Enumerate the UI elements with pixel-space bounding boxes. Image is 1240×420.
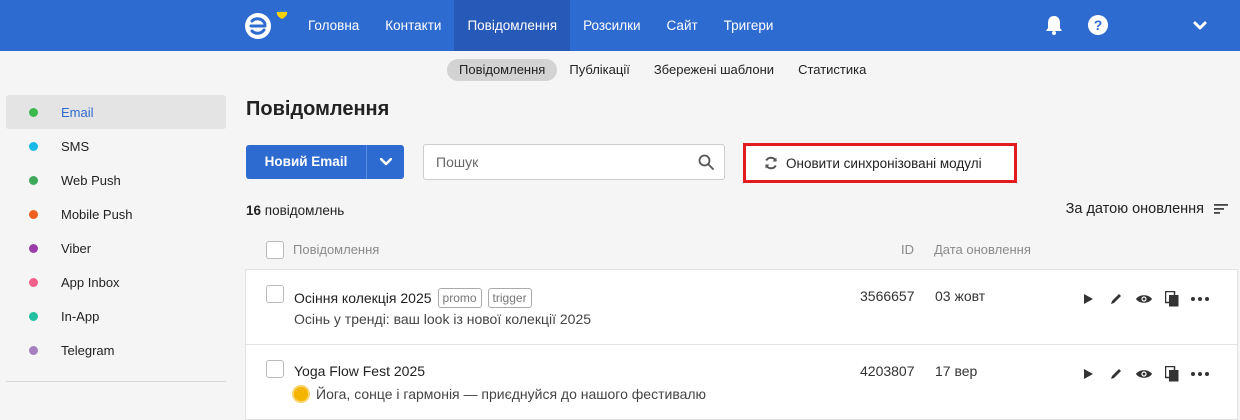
subnav-statistics[interactable]: Статистика: [786, 59, 878, 81]
logo-icon[interactable]: [244, 8, 292, 42]
copy-icon[interactable]: [1158, 365, 1186, 383]
sidebar-item-web-push[interactable]: Web Push: [6, 163, 226, 197]
sidebar-item-label: App Inbox: [61, 274, 120, 290]
sidebar-item-label: Mobile Push: [61, 206, 133, 222]
row-checkbox[interactable]: [266, 360, 284, 378]
edit-icon[interactable]: [1102, 290, 1130, 308]
row-checkbox[interactable]: [266, 285, 284, 303]
message-subtitle: Осінь у тренді: ваш look із нової колекц…: [294, 311, 592, 327]
sidebar-item-telegram[interactable]: Telegram: [6, 333, 226, 367]
channel-sidebar: Email SMS Web Push Mobile Push Viber App…: [6, 95, 226, 367]
column-header-message: Повідомлення: [293, 242, 380, 257]
row-actions: [1074, 290, 1214, 308]
status-dot: [29, 311, 38, 321]
nav-item-contacts[interactable]: Контакти: [372, 0, 454, 51]
message-date: 03 жовт: [935, 288, 986, 304]
sort-icon: [1214, 203, 1228, 215]
message-title-line: Yoga Flow Fest 2025: [294, 363, 425, 379]
message-count: 16 повідомлень: [246, 203, 344, 218]
sidebar-divider: [6, 381, 226, 382]
search-input[interactable]: [424, 145, 684, 179]
new-email-button[interactable]: Новий Email: [246, 145, 404, 179]
subnav-messages[interactable]: Повідомлення: [447, 59, 558, 81]
tag-badge[interactable]: trigger: [487, 288, 532, 308]
message-subtitle-line: Йога, сонце і гармонія — приєднуйся до н…: [294, 386, 706, 402]
sidebar-item-label: Viber: [61, 240, 92, 256]
message-subtitle: Йога, сонце і гармонія — приєднуйся до н…: [316, 386, 707, 402]
message-date: 17 вер: [935, 363, 978, 379]
search-box: [423, 144, 725, 180]
nav-item-campaigns[interactable]: Розсилки: [570, 0, 653, 51]
help-icon[interactable]: ?: [1087, 14, 1109, 36]
column-header-date: Дата оновлення: [934, 242, 1031, 257]
message-id: 4203807: [860, 363, 915, 379]
sync-modules-button[interactable]: Оновити синхронізовані модулі: [743, 143, 1017, 183]
chevron-down-icon[interactable]: [367, 145, 404, 179]
eye-icon[interactable]: [1130, 290, 1158, 308]
nav-item-triggers[interactable]: Тригери: [711, 0, 787, 51]
sidebar-item-label: Email: [61, 104, 94, 120]
subnav-saved-templates[interactable]: Збережені шаблони: [642, 59, 786, 81]
sidebar-item-label: In-App: [61, 308, 100, 324]
tag-badge[interactable]: promo: [437, 288, 482, 308]
status-dot: [29, 107, 38, 117]
edit-icon[interactable]: [1102, 365, 1130, 383]
sidebar-item-mobile-push[interactable]: Mobile Push: [6, 197, 226, 231]
chevron-down-icon[interactable]: [1189, 14, 1211, 36]
more-icon[interactable]: [1186, 290, 1214, 308]
new-email-label: Новий Email: [264, 154, 348, 169]
svg-text:?: ?: [1094, 17, 1103, 33]
table-row[interactable]: Yoga Flow Fest 2025 Йога, сонце і гармон…: [245, 344, 1238, 420]
nav-item-site[interactable]: Сайт: [654, 0, 711, 51]
sidebar-item-label: SMS: [61, 138, 90, 154]
sidebar-item-sms[interactable]: SMS: [6, 129, 226, 163]
message-title[interactable]: Осіння колекція 2025: [294, 290, 432, 306]
status-dot: [29, 175, 38, 185]
status-dot: [29, 141, 38, 151]
subnav-publications[interactable]: Публікації: [557, 59, 641, 81]
bell-icon[interactable]: [1043, 14, 1065, 36]
status-dot: [29, 209, 38, 219]
copy-icon[interactable]: [1158, 290, 1186, 308]
sub-navigation: Повідомлення Публікації Збережені шаблон…: [447, 59, 878, 81]
status-dot: [29, 243, 38, 253]
nav-item-messages[interactable]: Повідомлення: [454, 0, 571, 51]
sidebar-item-label: Web Push: [61, 172, 121, 188]
search-icon[interactable]: [698, 154, 714, 170]
sidebar-item-email[interactable]: Email: [6, 95, 226, 129]
sidebar-item-label: Telegram: [61, 342, 115, 358]
status-dot: [29, 277, 38, 287]
count-number: 16: [246, 203, 262, 218]
status-dot: [29, 345, 38, 355]
select-all-checkbox[interactable]: [266, 241, 284, 259]
play-icon[interactable]: [1074, 365, 1102, 383]
sync-modules-label: Оновити синхронізовані модулі: [786, 155, 982, 171]
sidebar-item-in-app[interactable]: In-App: [6, 299, 226, 333]
sidebar-item-app-inbox[interactable]: App Inbox: [6, 265, 226, 299]
play-icon[interactable]: [1074, 290, 1102, 308]
message-id: 3566657: [860, 288, 915, 304]
sort-control[interactable]: За датою оновлення: [1066, 201, 1228, 217]
table-row[interactable]: Осіння колекція 2025 promo trigger Осінь…: [245, 269, 1238, 345]
more-icon[interactable]: [1186, 365, 1214, 383]
nav-item-home[interactable]: Головна: [295, 0, 372, 51]
main-nav: Головна Контакти Повідомлення Розсилки С…: [295, 0, 786, 51]
table-header: Повідомлення ID Дата оновлення: [246, 238, 1238, 262]
page-title: Повідомлення: [246, 98, 390, 120]
column-header-id: ID: [901, 242, 914, 257]
count-label: повідомлень: [264, 203, 345, 218]
sort-label: За датою оновлення: [1065, 201, 1204, 217]
refresh-icon: [764, 156, 778, 170]
sidebar-item-viber[interactable]: Viber: [6, 231, 226, 265]
eye-icon[interactable]: [1130, 365, 1158, 383]
message-title-line: Осіння колекція 2025 promo trigger: [294, 288, 532, 308]
row-actions: [1074, 365, 1214, 383]
message-title[interactable]: Yoga Flow Fest 2025: [294, 363, 425, 379]
top-navigation-bar: Головна Контакти Повідомлення Розсилки С…: [0, 0, 1240, 51]
sun-icon: [294, 387, 308, 401]
